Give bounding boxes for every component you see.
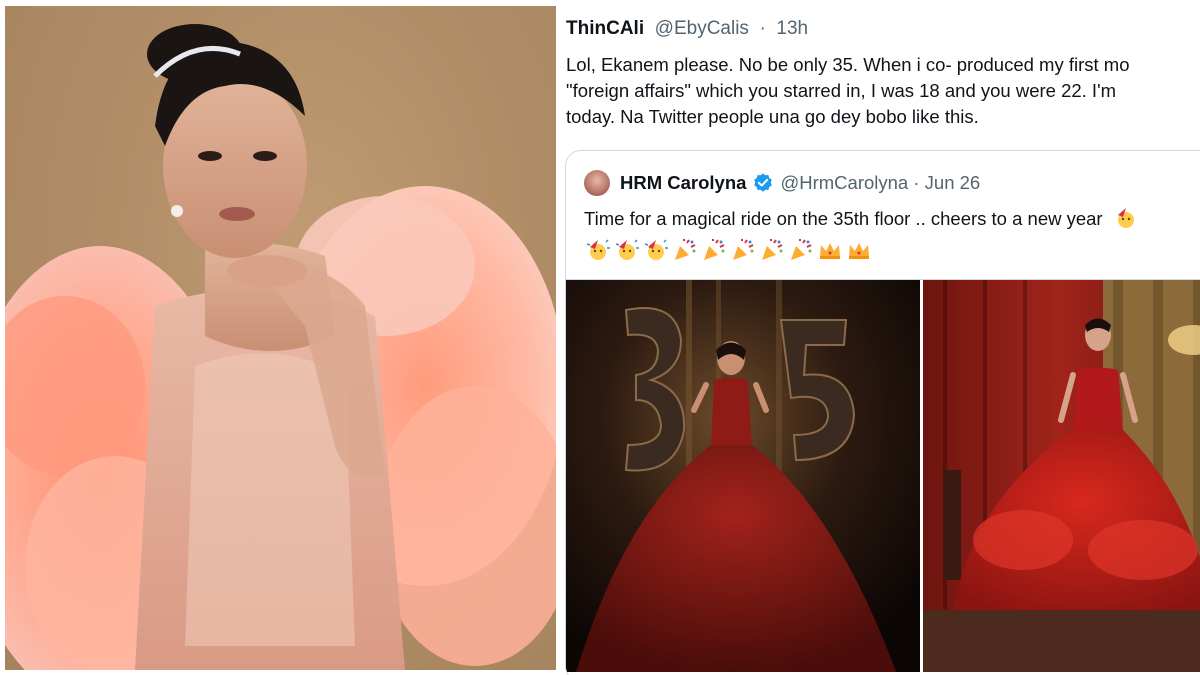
photo-balloons-35[interactable] [566, 280, 920, 672]
quoted-tweet-header: HRM Carolyna @HrmCarolyna · Jun 26 [584, 169, 980, 197]
party-face-icon [586, 239, 610, 260]
crown-icon [820, 243, 840, 259]
party-popper-icon [762, 239, 783, 260]
quoted-tweet[interactable]: HRM Carolyna @HrmCarolyna · Jun 26 Time … [565, 150, 1200, 675]
party-popper-icon [675, 239, 696, 260]
party-face-icon [644, 239, 668, 260]
crown-icon [849, 243, 869, 259]
composite-image: ThinCAli @EbyCalis · 13h Lol, Ekanem ple… [0, 0, 1200, 675]
quoted-text-content: Time for a magical ride on the 35th floo… [584, 208, 1103, 229]
quoted-tweet-text: Time for a magical ride on the 35th floo… [584, 207, 1138, 230]
party-face-icon [615, 239, 639, 260]
tweet-author-name[interactable]: ThinCAli [566, 18, 644, 39]
tweet-card[interactable]: ThinCAli @EbyCalis · 13h Lol, Ekanem ple… [560, 0, 1200, 675]
photo-red-gown-seated[interactable] [923, 280, 1200, 672]
tweet-author-handle[interactable]: @EbyCalis [649, 18, 749, 39]
quoted-separator: · [908, 172, 925, 193]
quoted-date[interactable]: Jun 26 [925, 172, 981, 194]
tweet-header: ThinCAli @EbyCalis · 13h [566, 18, 808, 40]
quoted-author-name[interactable]: HRM Carolyna [620, 172, 746, 194]
emoji-row [586, 239, 871, 261]
verified-badge-icon [754, 173, 773, 192]
tweet-text-line: today. Na Twitter people una go dey bobo… [566, 106, 979, 127]
tweet-text-line: Lol, Ekanem please. No be only 35. When … [566, 54, 1130, 75]
avatar[interactable] [584, 170, 610, 196]
portrait-photo [5, 6, 556, 670]
party-face-icon [1117, 208, 1134, 228]
tweet-separator: · [754, 18, 772, 39]
party-popper-icon [704, 239, 725, 260]
quoted-author-handle[interactable]: @HrmCarolyna [780, 172, 908, 194]
tweet-timestamp[interactable]: 13h [776, 18, 808, 39]
tweet-text: Lol, Ekanem please. No be only 35. When … [566, 52, 1200, 130]
tweet-text-line: "foreign affairs" which you starred in, … [566, 80, 1117, 101]
quoted-media [566, 279, 1200, 675]
party-popper-icon [733, 239, 754, 260]
party-popper-icon [791, 239, 812, 260]
